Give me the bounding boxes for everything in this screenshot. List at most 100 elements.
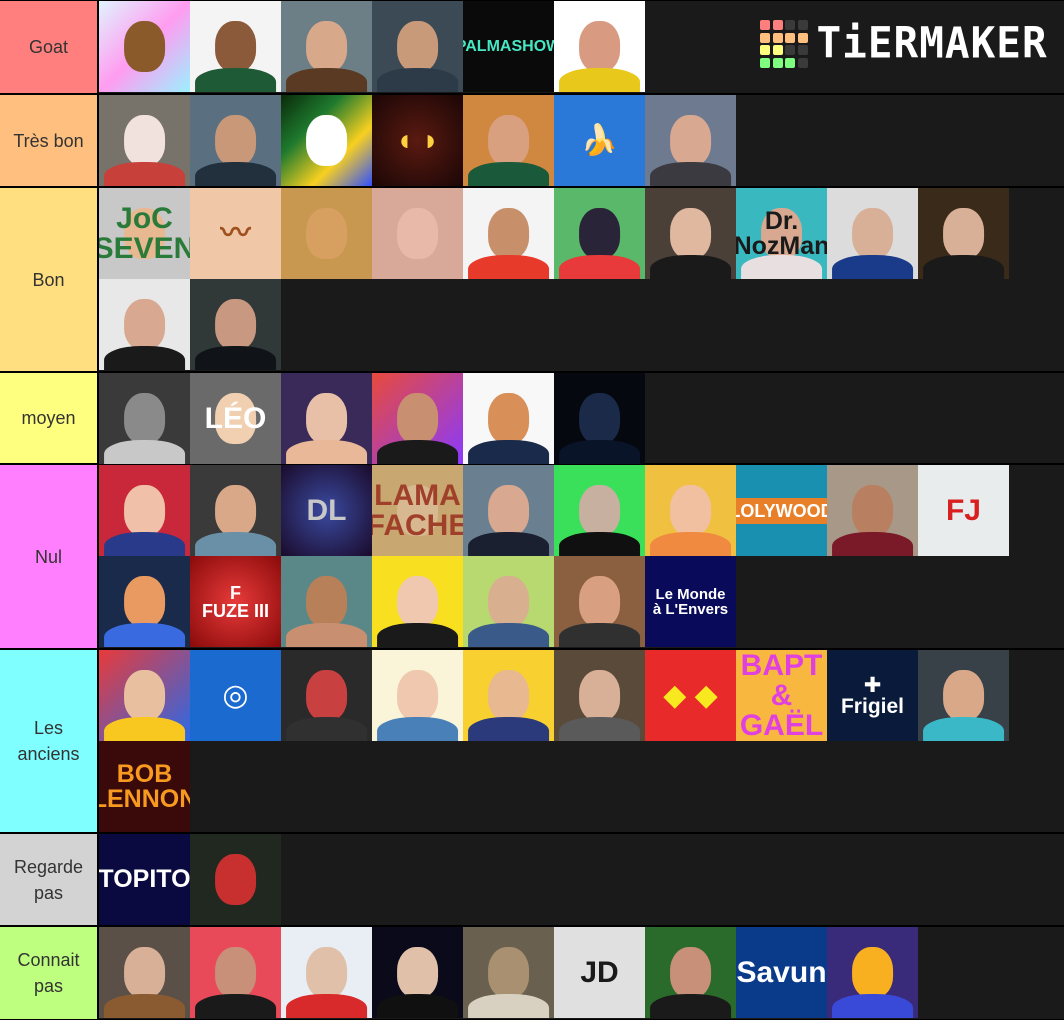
tier-label[interactable]: Goat	[0, 1, 97, 93]
tier-item-fuze-iii-logo[interactable]: F FUZE III	[190, 556, 281, 647]
tier-item-laughing-man-stripes[interactable]	[463, 650, 554, 741]
tier-item-fire-eyes[interactable]: ◖ ◗	[372, 95, 463, 186]
thumbnail-body	[649, 994, 732, 1018]
tier-label[interactable]: Connait pas	[0, 927, 97, 1019]
tier-item-bearded-man-sea[interactable]	[190, 95, 281, 186]
tier-item-curly-man-comic-bg[interactable]	[99, 650, 190, 741]
tier-item-surprised-man-hawaiian[interactable]	[554, 1, 645, 92]
thumbnail-figure	[578, 670, 621, 721]
tier-item-savun-logo[interactable]: Savun	[736, 927, 827, 1018]
tier-item-bw-man-face-hand[interactable]	[99, 373, 190, 464]
tier-item-curly-hair-man[interactable]	[372, 1, 463, 92]
thumbnail-body	[558, 255, 641, 279]
tier-item-cartoon-boy-creature[interactable]	[99, 556, 190, 647]
tier-item-minecraft-character[interactable]	[827, 927, 918, 1018]
tier-item-topito-logo[interactable]: TOPITO	[99, 834, 190, 925]
tier-item-le-monde-a-lenvers[interactable]: Le Monde à L'Envers	[645, 556, 736, 647]
tier-item-red-dino-cartoon[interactable]	[190, 834, 281, 925]
tier-item-man-dark-bg[interactable]	[372, 927, 463, 1018]
tier-item-man-big-glasses[interactable]	[645, 927, 736, 1018]
thumbnail-figure	[487, 208, 530, 259]
tier-item-dr-nozman[interactable]: Dr. NozMan	[736, 188, 827, 279]
tier-item-bearded-man-glasses[interactable]	[99, 279, 190, 370]
tier-item-dark-man-blue[interactable]	[554, 373, 645, 464]
tier-item-banana[interactable]: 🍌	[554, 95, 645, 186]
tier-item-smiling-man-poker[interactable]	[918, 650, 1009, 741]
tier-item-young-man-portrait[interactable]	[645, 95, 736, 186]
tier-item-dl-logo-pokemon[interactable]: DL	[281, 465, 372, 556]
thumbnail-body	[467, 255, 550, 279]
thumbnail-text: BOB LENNON	[99, 759, 190, 813]
thumbnail-figure	[214, 854, 257, 905]
tier-label[interactable]: Très bon	[0, 95, 97, 186]
tier-item-man-glasses-thinking[interactable]	[281, 927, 372, 1018]
tier-item-potato-cartoon[interactable]	[99, 1, 190, 92]
tier-item-man-glasses-red-bg[interactable]	[190, 927, 281, 1018]
tier-item-lolywood-logo[interactable]: LOLYWOOD	[736, 465, 827, 556]
tier-list: Goat PALMASHOW Très bon ◖ ◗ 🍌 Bon JoC SEV…	[0, 0, 1064, 1020]
tier-item-two-men-red[interactable]	[463, 188, 554, 279]
thumbnail-body	[376, 717, 459, 741]
tier-item-curly-man-brown-jacket[interactable]	[99, 927, 190, 1018]
tier-item-man-arms-crossed[interactable]	[554, 650, 645, 741]
tier-item-bearded-man-cap[interactable]	[190, 465, 281, 556]
tier-item-man-hoodie-dark[interactable]	[190, 279, 281, 370]
tier-item-palmashow-logo[interactable]: PALMASHOW	[463, 1, 554, 92]
tier-item-mustache-face[interactable]: 〰	[190, 188, 281, 279]
tier-item-blue-circle-logo[interactable]: ◎	[190, 650, 281, 741]
tier-item-red-angry-face[interactable]: ◆ ◆	[645, 650, 736, 741]
tier-item-tattooed-face-man[interactable]	[554, 465, 645, 556]
tier-item-joc-seven-logo[interactable]: JoC SEVEN	[99, 188, 190, 279]
tier-item-man-waving[interactable]	[372, 373, 463, 464]
thumbnail-figure	[123, 485, 166, 536]
thumbnail-text: ◎	[222, 678, 249, 712]
tier-item-sunglasses-man[interactable]	[281, 188, 372, 279]
tier-item-sketch-cat-hat[interactable]	[99, 95, 190, 186]
tier-label[interactable]: Bon	[0, 188, 97, 371]
tier-label[interactable]: Regarde pas	[0, 834, 97, 925]
tier-item-smiling-man-cap[interactable]	[190, 1, 281, 92]
tier-label[interactable]: moyen	[0, 373, 97, 463]
tier-item-fj-logo[interactable]: FJ	[918, 465, 1009, 556]
tier-item-frigiel-logo[interactable]: ✚ Frigiel	[827, 650, 918, 741]
tier-item-boy-teddy-bear[interactable]	[99, 465, 190, 556]
tier-item-leo-cartoon[interactable]: LÉO	[190, 373, 281, 464]
tier-item-man-outdoor[interactable]	[554, 556, 645, 647]
tier-row-regarde-pas: Regarde pas TOPITO	[0, 834, 1064, 925]
tier-item-monkey-cap-cartoon[interactable]	[463, 373, 554, 464]
tier-item-wide-eyes-face[interactable]	[372, 188, 463, 279]
thumbnail-figure	[669, 208, 712, 259]
tier-item-man-red-sweater[interactable]	[827, 465, 918, 556]
thumbnail-text: F FUZE III	[202, 582, 269, 621]
tier-item-man-black-shirt[interactable]	[645, 188, 736, 279]
tier-label[interactable]: Les anciens	[0, 650, 97, 832]
thumbnail-body	[467, 717, 550, 741]
tier-item-white-blob-network[interactable]	[281, 95, 372, 186]
tier-item-lama-fache[interactable]: LAMA FACHE	[372, 465, 463, 556]
logo-text: TiERMAKER	[816, 18, 1048, 69]
tier-item-bapt-gael-logo[interactable]: BAPT & GAËL	[736, 650, 827, 741]
tier-item-man-profile-glasses[interactable]	[463, 95, 554, 186]
thumbnail-figure	[396, 576, 439, 627]
tier-item-bob-lennon-logo[interactable]: BOB LENNON	[99, 741, 190, 832]
tier-item-man-yellow-bg[interactable]	[372, 556, 463, 647]
thumbnail-text: Savun	[736, 955, 827, 989]
tier-item-shirtless-man[interactable]	[281, 556, 372, 647]
tier-item-man-grey-cap[interactable]	[827, 188, 918, 279]
tier-item-man-green-cap-mario[interactable]	[918, 188, 1009, 279]
tier-item-angry-cartoon-man-lightning[interactable]	[281, 650, 372, 741]
tier-item-two-men-glasses[interactable]	[463, 556, 554, 647]
tier-item-grumpy-cat[interactable]	[463, 927, 554, 1018]
tier-item-screaming-man-trophy[interactable]	[281, 1, 372, 92]
tiermaker-logo[interactable]: TiERMAKER	[760, 20, 1048, 68]
tier-label[interactable]: Nul	[0, 465, 97, 648]
tier-item-woman-denim-shirt[interactable]	[372, 650, 463, 741]
tier-items: LÉO	[99, 373, 1064, 464]
tier-item-blond-man-hand[interactable]	[281, 373, 372, 464]
thumbnail-body	[467, 623, 550, 647]
tier-item-jd-logo[interactable]: JD	[554, 927, 645, 1018]
tier-item-cat-sunglasses[interactable]	[554, 188, 645, 279]
thumbnail-figure	[851, 208, 894, 259]
tier-item-man-lake[interactable]	[463, 465, 554, 556]
tier-item-two-kids-smiling[interactable]	[645, 465, 736, 556]
